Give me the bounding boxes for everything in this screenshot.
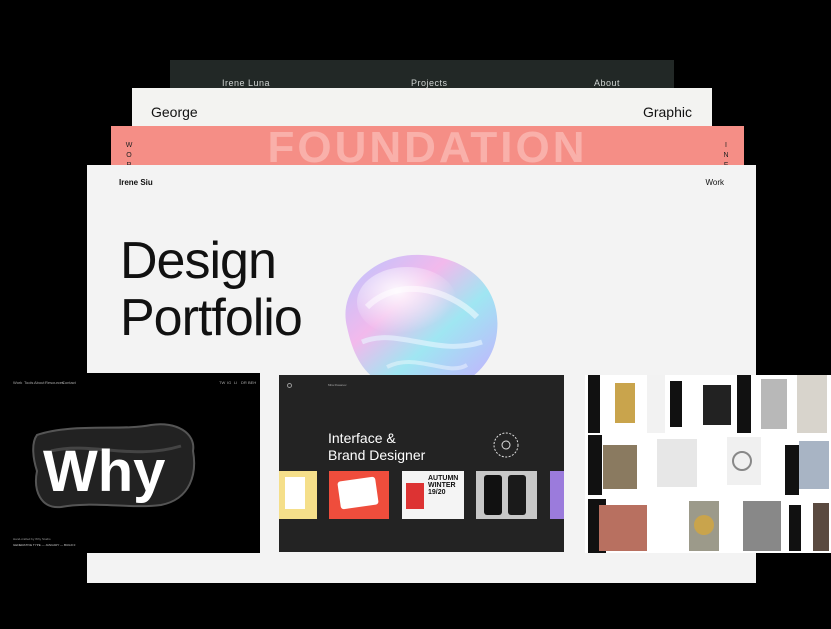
title-line-2: Brand Designer <box>328 447 426 463</box>
nav-item-tools[interactable]: Tools <box>24 380 33 385</box>
nav-about[interactable]: About <box>594 78 620 88</box>
headline-line-1: Design <box>120 232 277 290</box>
foundation-title: FOUNDATION <box>267 126 588 172</box>
project-thumbnail[interactable] <box>329 471 389 519</box>
jewelry-grid-card[interactable]: ABOUT <box>585 375 831 553</box>
interface-designer-card[interactable]: Mira Rosanov Interface & Brand Designer … <box>279 375 564 552</box>
title-line-1: Interface & <box>328 430 396 446</box>
nav-item-about[interactable]: About <box>34 380 44 385</box>
social-link[interactable]: LI <box>234 380 237 385</box>
social-link[interactable]: BEH <box>248 380 256 385</box>
social-link[interactable]: DR <box>241 380 247 385</box>
hero-title: Interface & Brand Designer <box>328 430 425 464</box>
nav-item-contact[interactable]: Contact <box>62 380 76 385</box>
footer-line-1: Hand-crafted by Why Studio <box>13 537 51 541</box>
menu-icon[interactable] <box>287 383 292 388</box>
social-link[interactable]: IG <box>227 380 231 385</box>
site-name[interactable]: Irene Siu <box>119 178 153 187</box>
why-distorted-graphic: Why <box>32 423 196 509</box>
social-link[interactable]: TW <box>219 380 225 385</box>
circular-badge-icon <box>493 432 519 458</box>
why-portfolio-card[interactable]: Work Tools About Resources Contact TW IG… <box>7 373 260 553</box>
designer-role: Graphic <box>642 104 692 120</box>
project-thumbnail[interactable] <box>279 471 317 519</box>
why-word: Why <box>43 439 165 504</box>
nav-work[interactable]: Work <box>705 178 724 187</box>
thumbnail-text: AUTUMN WINTER 19/20 <box>428 475 459 496</box>
site-name[interactable]: Irene Luna <box>222 78 270 88</box>
nav-item-work[interactable]: Work <box>13 380 22 385</box>
project-thumbnail[interactable] <box>550 471 564 519</box>
nav-projects[interactable]: Projects <box>411 78 448 88</box>
project-thumbnail[interactable]: AUTUMN WINTER 19/20 <box>402 471 464 519</box>
footer-line-2: GENERATIVE TYPE — JANUARY — BUILD 0 <box>13 543 76 547</box>
project-thumbnail[interactable] <box>476 471 537 519</box>
designer-name: Mira Rosanov <box>328 383 347 387</box>
designer-name: George <box>151 104 198 120</box>
jewelry-photo-grid <box>585 375 831 553</box>
headline-line-2: Portfolio <box>120 289 303 347</box>
hero-headline: Design Portfolio <box>120 232 303 347</box>
